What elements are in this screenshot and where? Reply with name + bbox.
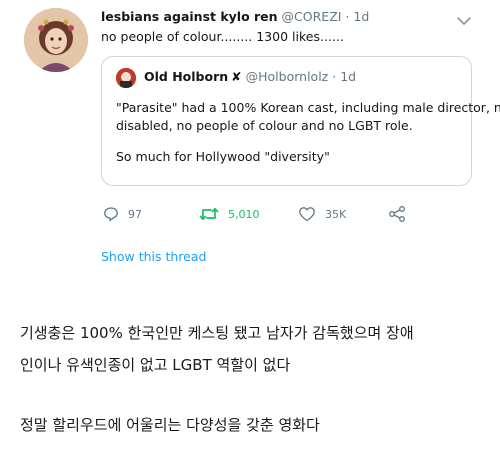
user-avatar[interactable] (24, 8, 88, 72)
quoted-display-name[interactable]: Old Holborn (144, 69, 228, 84)
reply-count: 97 (128, 207, 142, 221)
quoted-badge-icon: ✘ (231, 69, 242, 84)
illustrated-portrait-avatar-icon (24, 8, 88, 72)
reply-icon (104, 207, 118, 222)
quoted-avatar-icon (116, 68, 136, 88)
quoted-header: Old Holborn ✘ @Holbornlolz · 1d (144, 69, 356, 85)
retweet-count: 5,010 (228, 207, 260, 221)
tweet-card: lesbians against kylo ren @COREZI · 1d n… (0, 0, 500, 284)
reply-button[interactable]: 97 (103, 203, 142, 225)
display-name[interactable]: lesbians against kylo ren (101, 9, 278, 24)
like-count: 35K (325, 207, 347, 221)
separator-dot: · (332, 69, 337, 84)
quoted-tweet[interactable]: Old Holborn ✘ @Holbornlolz · 1d "Parasite… (101, 56, 500, 186)
quoted-text: "Parasite" had a 100% Korean cast, inclu… (116, 99, 500, 166)
share-icon (389, 206, 405, 222)
like-button[interactable]: 35K (298, 203, 346, 225)
quoted-timestamp[interactable]: 1d (340, 69, 356, 84)
retweet-button[interactable]: 5,010 (199, 203, 260, 225)
timestamp[interactable]: 1d (353, 9, 369, 24)
heart-icon (299, 207, 315, 222)
retweet-icon (199, 207, 219, 221)
user-handle[interactable]: @COREZI (282, 9, 342, 24)
quoted-text-line: "Parasite" had a 100% Korean cast, inclu… (116, 100, 500, 115)
separator-dot: · (345, 9, 350, 24)
caption-line-2: 인이나 유색인종이 없고 LGBT 역할이 없다 (20, 356, 291, 374)
share-button[interactable] (388, 203, 406, 225)
caption-line-1: 기생충은 100% 한국인만 케스팅 됐고 남자가 감독했으며 장애 (20, 324, 414, 342)
show-thread-link[interactable]: Show this thread (101, 249, 206, 265)
quoted-avatar[interactable] (116, 68, 136, 88)
tweet-text: no people of colour........ 1300 likes..… (101, 29, 344, 44)
quoted-text-line: So much for Hollywood "diversity" (116, 149, 330, 164)
quoted-text-line: disabled, no people of colour and no LGB… (116, 118, 413, 133)
chevron-down-icon[interactable] (456, 11, 472, 25)
caption-line-3: 정말 할리우드에 어울리는 다양성을 갖춘 영화다 (20, 416, 320, 434)
quoted-handle[interactable]: @Holbornlolz (246, 69, 329, 84)
tweet-actions: 97 5,010 35K (101, 203, 421, 225)
tweet-header: lesbians against kylo ren @COREZI · 1d (101, 9, 369, 25)
